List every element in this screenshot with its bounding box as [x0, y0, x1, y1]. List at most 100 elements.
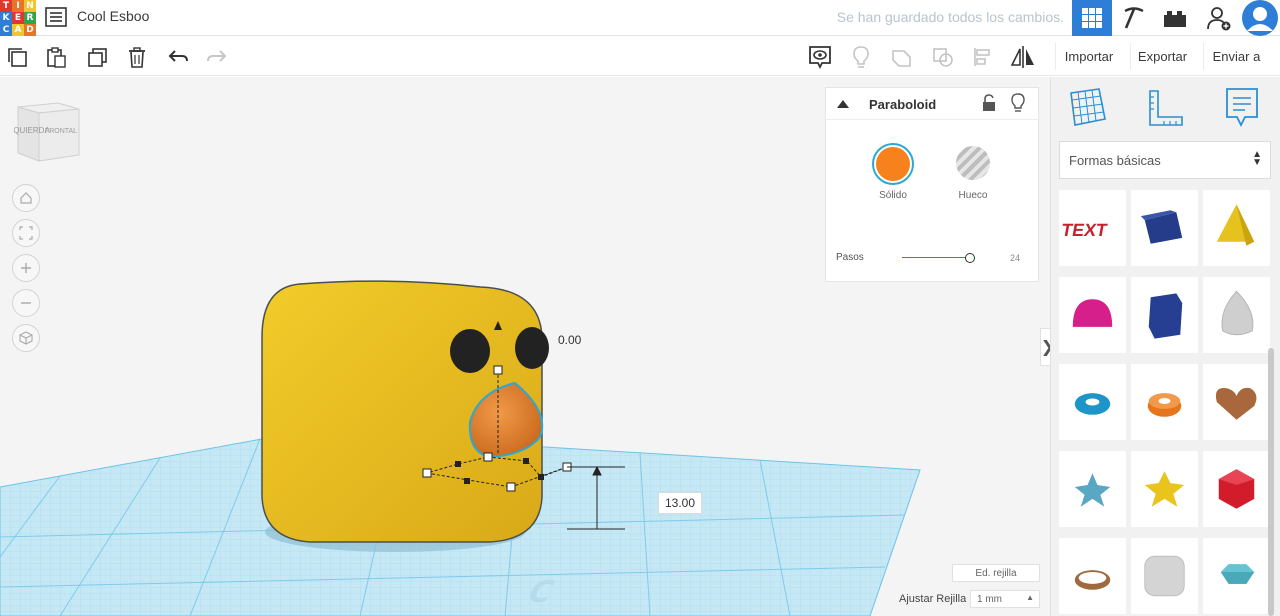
right-eye [515, 327, 549, 369]
logo-letter: D [24, 24, 36, 36]
star-yellow-shape-tile[interactable] [1131, 451, 1198, 527]
add-user-icon [1207, 7, 1231, 31]
tube-shape-tile[interactable] [1131, 364, 1198, 440]
3d-view-button[interactable] [1072, 0, 1112, 36]
solid-option[interactable] [872, 143, 914, 185]
ungroup-icon [933, 48, 953, 67]
polygon-shape-icon [1148, 293, 1183, 339]
align-button[interactable] [970, 44, 996, 70]
icosahedron-shape-tile[interactable] [1203, 451, 1270, 527]
logo-letter: E [12, 12, 24, 24]
diamond-shape-icon [1220, 564, 1255, 584]
lightbulb-icon[interactable] [1010, 93, 1026, 113]
lightbulb-icon [853, 46, 869, 68]
steps-label: Pasos [836, 252, 864, 263]
home-view-button[interactable] [12, 184, 40, 212]
collapse-caret-icon[interactable] [836, 99, 850, 109]
ruler-tool-button[interactable] [1146, 89, 1186, 132]
minus-icon [21, 302, 31, 304]
diamond-shape-tile[interactable] [1203, 538, 1270, 614]
redo-icon [207, 50, 227, 62]
zoom-out-button[interactable] [12, 289, 40, 317]
codeblocks-button[interactable] [1155, 0, 1195, 36]
circuits-button[interactable] [1114, 0, 1154, 36]
invite-user-button[interactable] [1199, 0, 1239, 36]
grid-view-icon [1082, 8, 1102, 28]
fit-icon [19, 226, 33, 240]
plus-icon [21, 263, 31, 273]
heart-shape-tile[interactable] [1203, 364, 1270, 440]
paste-button[interactable] [43, 44, 69, 70]
fit-view-button[interactable] [12, 219, 40, 247]
paraboloid-shape-tile[interactable] [1203, 277, 1270, 353]
perspective-button[interactable] [12, 324, 40, 352]
pyramid-shape-icon [1216, 204, 1255, 246]
redo-button[interactable] [204, 44, 230, 70]
box-shape-icon [1140, 210, 1183, 244]
polygon-shape-tile[interactable] [1131, 277, 1198, 353]
note-icon [1226, 88, 1258, 128]
viewcube[interactable]: IZQUIERDA FRONTAL [14, 101, 84, 167]
box-shape-tile[interactable] [1131, 190, 1198, 266]
bricks-icon [1164, 11, 1186, 27]
mirror-button[interactable] [1010, 44, 1036, 70]
star-yellow-shape-icon [1144, 471, 1185, 507]
send-to-button[interactable]: Enviar a [1203, 43, 1269, 70]
text-shape-tile[interactable]: TEXT [1059, 190, 1126, 266]
hole-option[interactable] [956, 146, 990, 180]
select-arrows-icon: ▲ ▼ [1252, 149, 1262, 168]
trash-icon [129, 47, 145, 68]
design-list-icon[interactable] [45, 7, 67, 27]
logo-letter: N [24, 0, 36, 12]
caret-down-icon: ▲ [1026, 593, 1034, 602]
export-button[interactable]: Exportar [1130, 43, 1194, 70]
home-icon [20, 192, 32, 204]
pickaxe-icon [1124, 7, 1144, 29]
rounded-box-shape-tile[interactable] [1131, 538, 1198, 614]
profile-avatar[interactable] [1240, 0, 1280, 36]
inspector-header: Paraboloid [826, 88, 1038, 120]
copy-button[interactable] [4, 44, 30, 70]
import-button[interactable]: Importar [1055, 43, 1122, 70]
copy-icon [8, 48, 27, 67]
edit-toolbar: Importar Exportar Enviar a [0, 37, 1280, 76]
workplane-icon [1070, 88, 1106, 126]
ring-shape-tile[interactable] [1059, 538, 1126, 614]
snap-grid-label: Ajustar Rejilla [899, 593, 967, 605]
avatar-icon [1242, 0, 1278, 36]
tinkercad-logo[interactable]: TINKERCAD [0, 0, 36, 36]
notes-tool-button[interactable] [1225, 87, 1259, 132]
ungroup-button[interactable] [930, 44, 956, 70]
rotation-value[interactable]: 0.00 [552, 330, 587, 350]
star-shape-tile[interactable] [1059, 451, 1126, 527]
shape-category-select[interactable]: Formas básicas ▲ ▼ [1059, 141, 1271, 179]
panel-scrollbar[interactable] [1268, 348, 1274, 616]
snap-grid-select[interactable]: 1 mm ▲ [970, 590, 1040, 608]
zoom-in-button[interactable] [12, 254, 40, 282]
steps-slider-knob[interactable] [965, 253, 976, 263]
notes-button[interactable] [807, 44, 833, 70]
pyramid-shape-tile[interactable] [1203, 190, 1270, 266]
edit-grid-button[interactable]: Ed. rejilla [952, 564, 1040, 582]
ring-shape-icon [1074, 570, 1111, 590]
undo-button[interactable] [165, 44, 191, 70]
half-sphere-shape-tile[interactable] [1059, 277, 1126, 353]
torus-shape-tile[interactable] [1059, 364, 1126, 440]
height-value[interactable]: 13.00 [658, 492, 703, 514]
delete-button[interactable] [124, 44, 150, 70]
workplane-tool-button[interactable] [1069, 87, 1107, 132]
group-button[interactable] [889, 44, 915, 70]
group-icon [892, 50, 911, 67]
torus-shape-icon [1074, 393, 1111, 415]
duplicate-button[interactable] [84, 44, 110, 70]
shape-inspector: Paraboloid Sólido Hueco Pasos 24 [825, 87, 1039, 282]
solid-color-swatch [876, 147, 910, 181]
hole-label: Hueco [958, 190, 988, 201]
light-button[interactable] [848, 44, 874, 70]
ruler-icon [1149, 90, 1183, 126]
steps-slider[interactable] [902, 257, 974, 258]
paraboloid-shape-icon [1221, 290, 1254, 336]
design-title[interactable]: Cool Esboo [77, 8, 149, 24]
duplicate-icon [88, 48, 107, 67]
lock-icon[interactable] [981, 94, 997, 112]
